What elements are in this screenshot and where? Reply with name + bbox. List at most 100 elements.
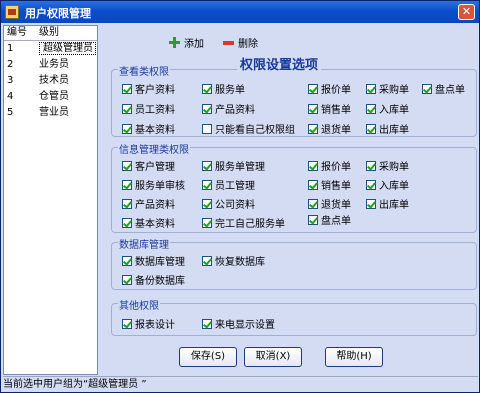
checkbox-box[interactable] (122, 83, 132, 94)
checkbox-box[interactable] (122, 179, 132, 190)
checkbox-label: 完工自己服务单 (215, 219, 285, 230)
checkbox-view-customer[interactable]: 客户资料 (122, 81, 175, 96)
checkbox-info-company[interactable]: 公司资料 (202, 196, 255, 211)
checkbox-box[interactable] (122, 318, 132, 329)
checkbox-view-quote[interactable]: 报价单 (308, 81, 351, 96)
checkbox-info-service[interactable]: 服务单管理 (202, 158, 265, 173)
checkbox-label: 备份数据库 (135, 276, 185, 287)
checkbox-box[interactable] (308, 123, 318, 134)
permission-window: 用户权限管理 ✕ 编号 级别 1 超级管理员 2 业务员 3 技术员 4 仓管员… (0, 0, 480, 393)
checkbox-box[interactable] (308, 160, 318, 171)
group-label: 查看类权限 (118, 63, 170, 78)
checkbox-label: 公司资料 (215, 200, 255, 211)
checkbox-box[interactable] (202, 123, 212, 134)
checkbox-view-purchase[interactable]: 采购单 (366, 81, 409, 96)
checkbox-caller-id[interactable]: 来电显示设置 (202, 316, 275, 331)
checkbox-info-own-service[interactable]: 完工自己服务单 (202, 215, 285, 230)
checkbox-info-stockin[interactable]: 入库单 (366, 177, 409, 192)
add-label: 添加 (184, 39, 204, 50)
header-level[interactable]: 级别 (36, 26, 97, 40)
add-button[interactable]: 添加 (169, 35, 204, 50)
checkbox-info-stockout[interactable]: 出库单 (366, 196, 409, 211)
checkbox-box[interactable] (122, 217, 132, 228)
checkbox-view-stockin[interactable]: 入库单 (366, 101, 409, 116)
checkbox-info-return[interactable]: 退货单 (308, 196, 351, 211)
save-button[interactable]: 保存(S) (179, 347, 237, 367)
checkbox-box[interactable] (366, 123, 376, 134)
checkbox-view-own-group[interactable]: 只能看自己权限组 (202, 121, 295, 136)
checkbox-label: 客户资料 (135, 85, 175, 96)
checkbox-box[interactable] (366, 160, 376, 171)
checkbox-label: 报价单 (321, 162, 351, 173)
checkbox-view-staff[interactable]: 员工资料 (122, 101, 175, 116)
checkbox-label: 基本资料 (135, 125, 175, 136)
checkbox-label: 数据库管理 (135, 257, 185, 268)
help-button[interactable]: 帮助(H) (325, 347, 383, 367)
checkbox-box[interactable] (366, 83, 376, 94)
checkbox-box[interactable] (202, 179, 212, 190)
checkbox-info-service-audit[interactable]: 服务单审核 (122, 177, 185, 192)
group-label: 信息管理类权限 (118, 141, 190, 156)
list-item[interactable]: 3 技术员 (4, 73, 97, 89)
checkbox-box[interactable] (308, 83, 318, 94)
checkbox-label: 采购单 (379, 162, 409, 173)
checkbox-report-design[interactable]: 报表设计 (122, 316, 175, 331)
checkbox-box[interactable] (202, 83, 212, 94)
checkbox-view-stockout[interactable]: 出库单 (366, 121, 409, 136)
checkbox-db-restore[interactable]: 恢复数据库 (202, 253, 265, 268)
cancel-button[interactable]: 取消(X) (244, 347, 302, 367)
checkbox-view-inventory[interactable]: 盘点单 (422, 81, 465, 96)
checkbox-view-sales[interactable]: 销售单 (308, 101, 351, 116)
checkbox-label: 出库单 (379, 125, 409, 136)
checkbox-info-sales[interactable]: 销售单 (308, 177, 351, 192)
checkbox-info-product[interactable]: 产品资料 (122, 196, 175, 211)
checkbox-box[interactable] (122, 198, 132, 209)
list-item[interactable]: 1 超级管理员 (4, 41, 97, 57)
checkbox-box[interactable] (308, 198, 318, 209)
checkbox-box[interactable] (122, 255, 132, 266)
row-id: 4 (7, 91, 14, 102)
checkbox-info-staff[interactable]: 员工管理 (202, 177, 255, 192)
row-level-text: 超级管理员 (39, 42, 96, 55)
checkbox-box[interactable] (366, 198, 376, 209)
header-id[interactable]: 编号 (4, 26, 36, 40)
checkbox-view-service[interactable]: 服务单 (202, 81, 245, 96)
checkbox-box[interactable] (202, 103, 212, 114)
checkbox-box[interactable] (308, 214, 318, 225)
minus-icon (223, 40, 234, 45)
checkbox-box[interactable] (202, 318, 212, 329)
checkbox-info-quote[interactable]: 报价单 (308, 158, 351, 173)
delete-button[interactable]: 删除 (223, 35, 258, 50)
checkbox-view-product[interactable]: 产品资料 (202, 101, 255, 116)
list-item[interactable]: 4 仓管员 (4, 89, 97, 105)
checkbox-box[interactable] (202, 255, 212, 266)
checkbox-label: 只能看自己权限组 (215, 125, 295, 136)
checkbox-info-purchase[interactable]: 采购单 (366, 158, 409, 173)
checkbox-label: 服务单管理 (215, 162, 265, 173)
checkbox-box[interactable] (202, 217, 212, 228)
checkbox-view-basic[interactable]: 基本资料 (122, 121, 175, 136)
checkbox-info-basic[interactable]: 基本资料 (122, 215, 175, 230)
checkbox-box[interactable] (308, 103, 318, 114)
checkbox-box[interactable] (122, 103, 132, 114)
checkbox-box[interactable] (202, 160, 212, 171)
checkbox-db-manage[interactable]: 数据库管理 (122, 253, 185, 268)
checkbox-box[interactable] (308, 179, 318, 190)
checkbox-view-return[interactable]: 退货单 (308, 121, 351, 136)
checkbox-box[interactable] (366, 179, 376, 190)
list-item[interactable]: 2 业务员 (4, 57, 97, 73)
list-item[interactable]: 5 营业员 (4, 105, 97, 121)
checkbox-info-inventory[interactable]: 盘点单 (308, 212, 351, 227)
checkbox-box[interactable] (122, 274, 132, 285)
checkbox-box[interactable] (202, 198, 212, 209)
checkbox-info-customer[interactable]: 客户管理 (122, 158, 175, 173)
checkbox-box[interactable] (422, 83, 432, 94)
close-button[interactable]: ✕ (458, 4, 475, 20)
database-group: 数据库管理 数据库管理 恢复数据库 备份数据库 (111, 236, 477, 290)
checkbox-box[interactable] (366, 103, 376, 114)
user-group-list[interactable]: 编号 级别 1 超级管理员 2 业务员 3 技术员 4 仓管员 5 营业员 (3, 25, 98, 375)
checkbox-box[interactable] (122, 160, 132, 171)
row-level: 技术员 (39, 75, 69, 86)
checkbox-db-backup[interactable]: 备份数据库 (122, 272, 185, 287)
checkbox-box[interactable] (122, 123, 132, 134)
